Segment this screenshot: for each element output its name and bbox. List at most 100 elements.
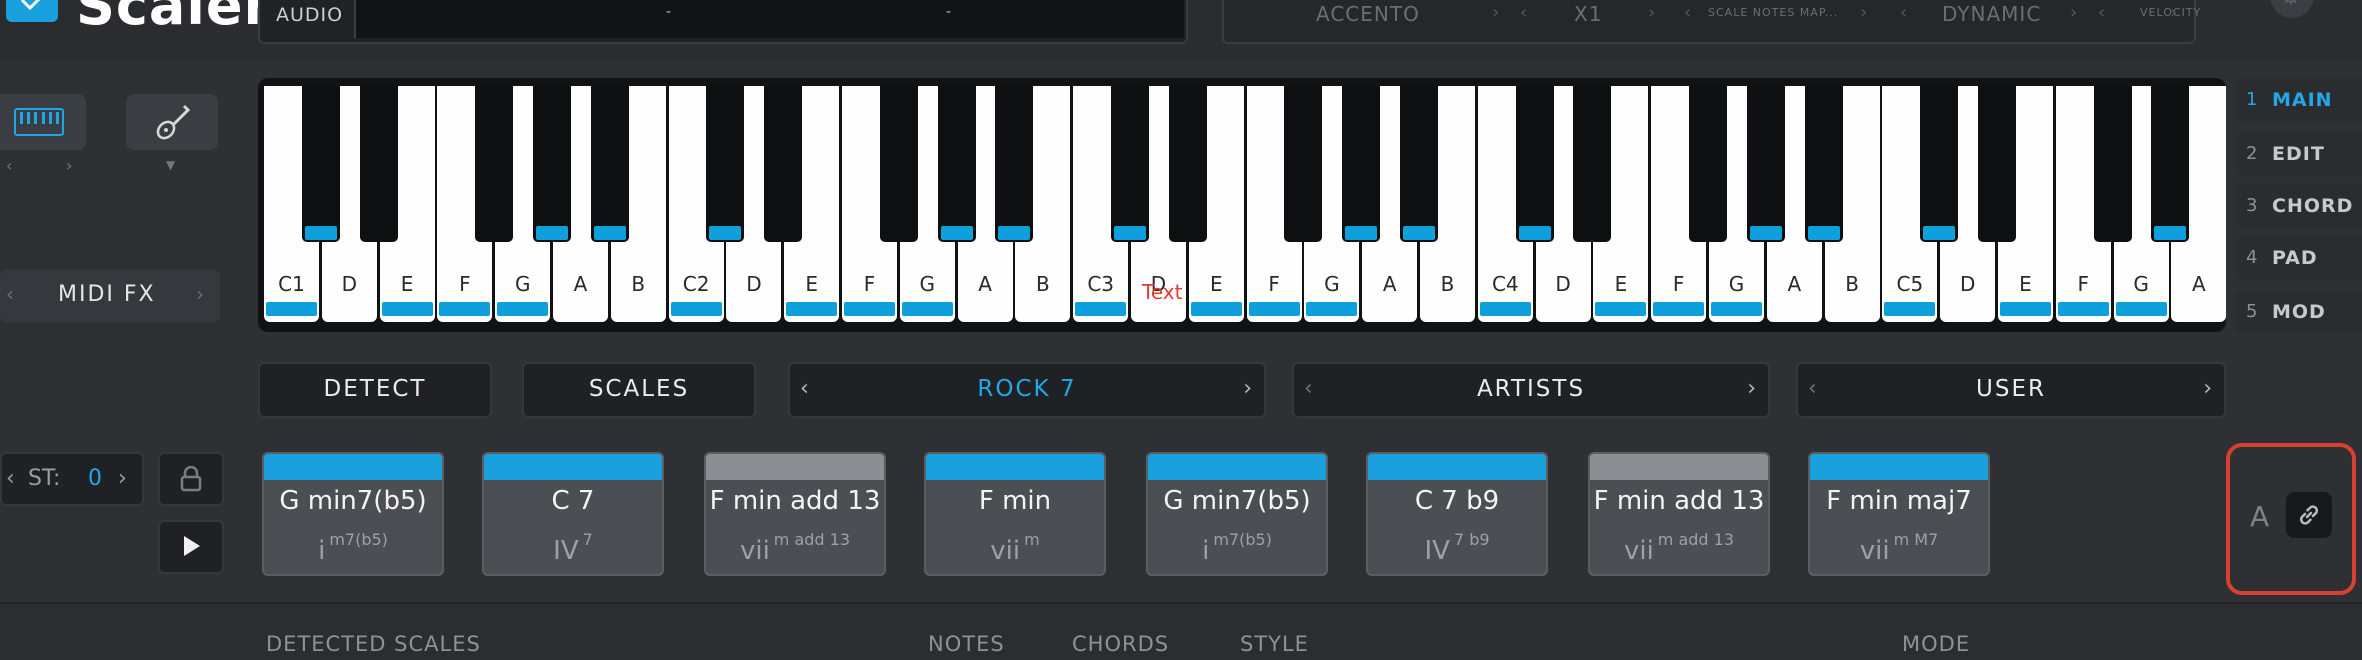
black-key[interactable]: [937, 86, 976, 242]
black-key[interactable]: [533, 86, 571, 242]
black-key[interactable]: [706, 86, 745, 242]
chord-card[interactable]: F min vii m: [924, 452, 1106, 576]
chord-name: C 7 b9: [1414, 486, 1500, 516]
scale-note-indicator: [497, 302, 549, 316]
chevron-right-icon[interactable]: ›: [2070, 2, 2077, 23]
chord-name: C 7: [551, 486, 595, 516]
chevron-right-icon[interactable]: ›: [1492, 2, 1499, 23]
piano-instrument-button[interactable]: [0, 94, 86, 150]
chevron-right-icon[interactable]: ›: [2203, 376, 2212, 401]
black-key[interactable]: [1284, 86, 1323, 242]
black-key[interactable]: [1573, 86, 1612, 242]
semitone-transpose[interactable]: ‹ ST: 0 ›: [0, 452, 144, 506]
black-key[interactable]: [1111, 86, 1149, 242]
black-key[interactable]: [2093, 86, 2132, 242]
black-key[interactable]: [1168, 86, 1207, 242]
black-key[interactable]: [301, 86, 340, 242]
scales-label: SCALES: [588, 376, 690, 402]
tab-edit[interactable]: 2 EDIT: [2236, 132, 2362, 176]
black-key[interactable]: [1515, 86, 1554, 242]
st-label: ST:: [28, 466, 61, 491]
key-note-label: A: [2192, 272, 2206, 296]
lock-button[interactable]: [158, 452, 224, 506]
black-key[interactable]: [1342, 86, 1381, 242]
play-button[interactable]: [158, 520, 224, 574]
detect-button[interactable]: DETECT: [258, 362, 492, 418]
chord-name: G min7(b5): [1163, 486, 1311, 516]
audio-label: AUDIO: [276, 4, 344, 26]
chevron-left-icon[interactable]: ‹: [6, 156, 12, 175]
chevron-right-icon[interactable]: ›: [196, 282, 204, 306]
chevron-right-icon[interactable]: ›: [118, 466, 127, 491]
scale-note-indicator: [2000, 302, 2051, 316]
black-key[interactable]: [1400, 86, 1438, 242]
header-chords: CHORDS: [1072, 632, 1170, 656]
param-scale-notes-map[interactable]: SCALE NOTES MAP...: [1708, 6, 1838, 19]
chord-card[interactable]: C 7 IV 7: [482, 452, 664, 576]
chord-card[interactable]: F min maj7 vii m M7: [1808, 452, 1990, 576]
tab-label: CHORD: [2272, 195, 2354, 217]
chord-degree: IV 7 b9: [1368, 530, 1546, 566]
chevron-right-icon[interactable]: ›: [1648, 2, 1655, 23]
black-key[interactable]: [995, 86, 1034, 242]
key-note-label: E: [2019, 272, 2032, 296]
logo-check-icon: [20, 0, 41, 10]
param-accento[interactable]: ACCENTO: [1316, 2, 1420, 26]
tab-chord[interactable]: 3 CHORD: [2236, 184, 2362, 228]
chord-card[interactable]: F min add 13 vii m add 13: [704, 452, 886, 576]
black-key[interactable]: [475, 86, 514, 242]
chevron-left-icon[interactable]: ‹: [1520, 2, 1527, 23]
preset-selector[interactable]: ‹ ROCK 7 ›: [788, 362, 1266, 418]
tab-label: EDIT: [2272, 143, 2325, 165]
black-key[interactable]: [1746, 86, 1785, 242]
black-key[interactable]: [879, 86, 918, 242]
black-key[interactable]: [1978, 86, 2016, 242]
chevron-right-icon[interactable]: ›: [66, 156, 72, 175]
tab-pad[interactable]: 4 PAD: [2236, 236, 2362, 280]
scale-note-indicator: [786, 302, 838, 316]
chevron-down-icon[interactable]: ▼: [166, 158, 175, 172]
black-key[interactable]: [1920, 86, 1959, 242]
black-key[interactable]: [359, 86, 398, 242]
key-note-label: E: [400, 272, 414, 296]
chevron-left-icon[interactable]: ‹: [6, 466, 15, 491]
black-key[interactable]: [1804, 86, 1843, 242]
scale-note-indicator: [439, 302, 491, 316]
chevron-right-icon[interactable]: ›: [1243, 376, 1252, 401]
key-note-label: F: [1268, 272, 1280, 296]
tab-mod[interactable]: 5 MOD: [2236, 290, 2362, 334]
degree-numeral: IV: [553, 536, 579, 566]
chevron-left-icon[interactable]: ‹: [1900, 2, 1907, 23]
chord-card[interactable]: F min add 13 vii m add 13: [1588, 452, 1770, 576]
chord-card[interactable]: C 7 b9 IV 7 b9: [1366, 452, 1548, 576]
tab-main[interactable]: 1 MAIN: [2236, 78, 2362, 122]
chevron-left-icon[interactable]: ‹: [2098, 2, 2105, 23]
key-note-label: B: [1440, 272, 1455, 296]
user-selector[interactable]: ‹ USER ›: [1796, 362, 2226, 418]
key-note-label: E: [1209, 272, 1223, 296]
guitar-instrument-button[interactable]: [126, 94, 218, 150]
audio-field[interactable]: - -: [354, 0, 1184, 38]
black-key[interactable]: [2151, 86, 2190, 242]
midi-fx-selector[interactable]: ‹ MIDI FX ›: [0, 270, 220, 322]
chevron-right-icon[interactable]: ›: [2170, 2, 2177, 23]
black-key[interactable]: [590, 86, 629, 242]
scale-note-indicator: [1923, 226, 1956, 240]
scale-note-indicator: [1807, 226, 1840, 240]
chord-card[interactable]: G min7(b5) i m7(b5): [262, 452, 444, 576]
chevron-left-icon[interactable]: ‹: [1684, 2, 1691, 23]
degree-extension: m add 13: [773, 530, 851, 549]
chord-degree: i m7(b5): [1148, 530, 1326, 566]
artists-selector[interactable]: ‹ ARTISTS ›: [1292, 362, 1770, 418]
degree-extension: m M7: [1893, 530, 1939, 549]
param-dynamic[interactable]: DYNAMIC: [1942, 2, 2041, 26]
chevron-left-icon[interactable]: ‹: [6, 282, 14, 306]
chevron-right-icon[interactable]: ›: [1747, 376, 1756, 401]
scales-button[interactable]: SCALES: [522, 362, 756, 418]
black-key[interactable]: [764, 86, 803, 242]
chord-card[interactable]: G min7(b5) i m7(b5): [1146, 452, 1328, 576]
param-x1[interactable]: X1: [1574, 2, 1602, 26]
chevron-right-icon[interactable]: ›: [1860, 2, 1867, 23]
black-key[interactable]: [1689, 86, 1727, 242]
key-note-label: C2: [682, 272, 710, 296]
